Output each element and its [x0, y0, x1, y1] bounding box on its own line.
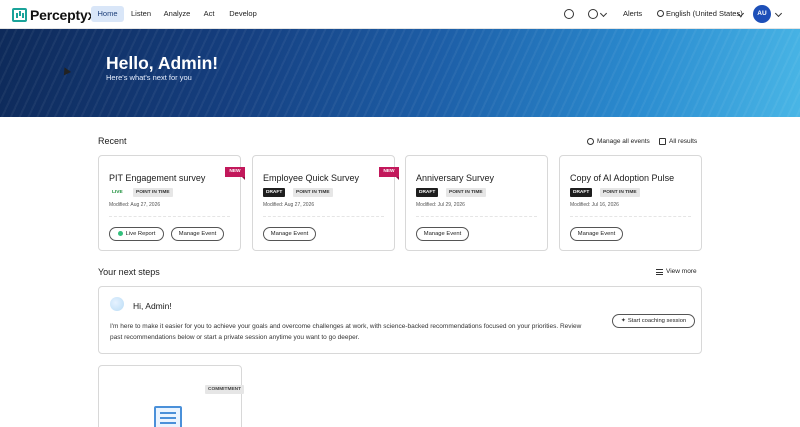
manage-event-button[interactable]: Manage Event	[416, 227, 469, 241]
start-coaching-button[interactable]: ✦ Start coaching session	[612, 314, 695, 328]
alerts-link[interactable]: Alerts	[623, 7, 642, 21]
event-title: Anniversary Survey	[416, 173, 495, 183]
view-more-link[interactable]: View more	[666, 267, 697, 277]
button-label: Live Report	[125, 231, 156, 237]
top-nav: Perceptyx Home Listen Analyze Act Develo…	[0, 0, 800, 29]
type-badge: POINT IN TIME	[293, 188, 333, 197]
language-selector[interactable]: English (United States)	[666, 7, 743, 21]
type-badge: POINT IN TIME	[446, 188, 486, 197]
event-title: Employee Quick Survey	[263, 173, 360, 183]
tab-listen[interactable]: Listen	[127, 6, 155, 22]
event-title: PIT Engagement survey	[109, 173, 206, 183]
results-icon	[659, 138, 666, 145]
commitment-card[interactable]: COMMITMENT	[98, 365, 245, 427]
divider	[263, 216, 384, 217]
new-badge: NEW	[225, 167, 245, 180]
checklist-document-icon	[154, 406, 182, 427]
manage-event-button[interactable]: Manage Event	[263, 227, 316, 241]
modified-date: Modified: Aug 27, 2026	[263, 202, 315, 208]
brand-logo[interactable]: Perceptyx	[12, 6, 95, 23]
type-badge: POINT IN TIME	[133, 188, 173, 197]
chevron-down-icon[interactable]	[774, 9, 783, 18]
manage-event-button[interactable]: Manage Event	[171, 227, 224, 241]
status-badge: LIVE	[112, 190, 123, 195]
chevron-down-icon[interactable]	[599, 9, 608, 18]
live-dot-icon	[117, 230, 123, 236]
avatar[interactable]: AU	[753, 5, 771, 23]
mouse-cursor-icon	[60, 65, 72, 76]
commitment-badge: COMMITMENT	[205, 385, 245, 394]
gear-icon[interactable]	[564, 9, 574, 19]
manage-events-icon	[587, 138, 594, 145]
event-card[interactable]: Copy of AI Adoption Pulse DRAFT POINT IN…	[559, 155, 702, 251]
brand-name: Perceptyx	[30, 6, 96, 23]
globe-icon	[657, 10, 664, 17]
recent-heading: Recent	[98, 136, 127, 146]
page-subtitle: Here's what's next for you	[106, 73, 192, 82]
modified-date: Modified: Jul 16, 2026	[570, 202, 619, 208]
coach-description: I'm here to make it easier for you to ac…	[110, 323, 582, 341]
event-card[interactable]: Anniversary Survey DRAFT POINT IN TIME M…	[405, 155, 548, 251]
status-badge: DRAFT	[263, 188, 286, 197]
modified-date: Modified: Jul 29, 2026	[416, 202, 465, 208]
next-steps-heading: Your next steps	[98, 267, 160, 277]
event-card[interactable]: NEW PIT Engagement survey LIVE POINT IN …	[98, 155, 245, 251]
manage-event-button[interactable]: Manage Event	[570, 227, 623, 241]
tab-analyze[interactable]: Analyze	[161, 6, 193, 22]
sparkle-icon: ✦	[620, 318, 626, 324]
type-badge: POINT IN TIME	[600, 188, 640, 197]
divider	[416, 216, 537, 217]
tab-develop[interactable]: Develop	[226, 6, 260, 22]
list-icon	[656, 269, 663, 275]
event-title: Copy of AI Adoption Pulse	[570, 173, 675, 183]
coaching-card: Hi, Admin! I'm here to make it easier fo…	[98, 286, 702, 354]
hero-banner: Hello, Admin! Here's what's next for you	[0, 29, 800, 117]
divider	[570, 216, 691, 217]
manage-all-events-link[interactable]: Manage all events	[597, 137, 650, 147]
tab-act[interactable]: Act	[200, 6, 218, 22]
page-title: Hello, Admin!	[106, 53, 219, 73]
event-card[interactable]: NEW Employee Quick Survey DRAFT POINT IN…	[252, 155, 399, 251]
new-badge: NEW	[379, 167, 399, 180]
status-badge: DRAFT	[416, 188, 439, 197]
perceptyx-logo-icon	[12, 7, 27, 22]
button-label: Start coaching session	[627, 318, 687, 324]
coach-greeting: Hi, Admin!	[133, 301, 172, 311]
live-report-button[interactable]: Live Report	[109, 227, 164, 241]
all-results-link[interactable]: All results	[669, 137, 697, 147]
tab-home[interactable]: Home	[91, 6, 124, 22]
help-icon[interactable]	[588, 9, 598, 19]
modified-date: Modified: Aug 27, 2026	[109, 202, 161, 208]
status-badge: DRAFT	[570, 188, 593, 197]
coach-avatar-icon	[110, 297, 124, 311]
divider	[109, 216, 230, 217]
